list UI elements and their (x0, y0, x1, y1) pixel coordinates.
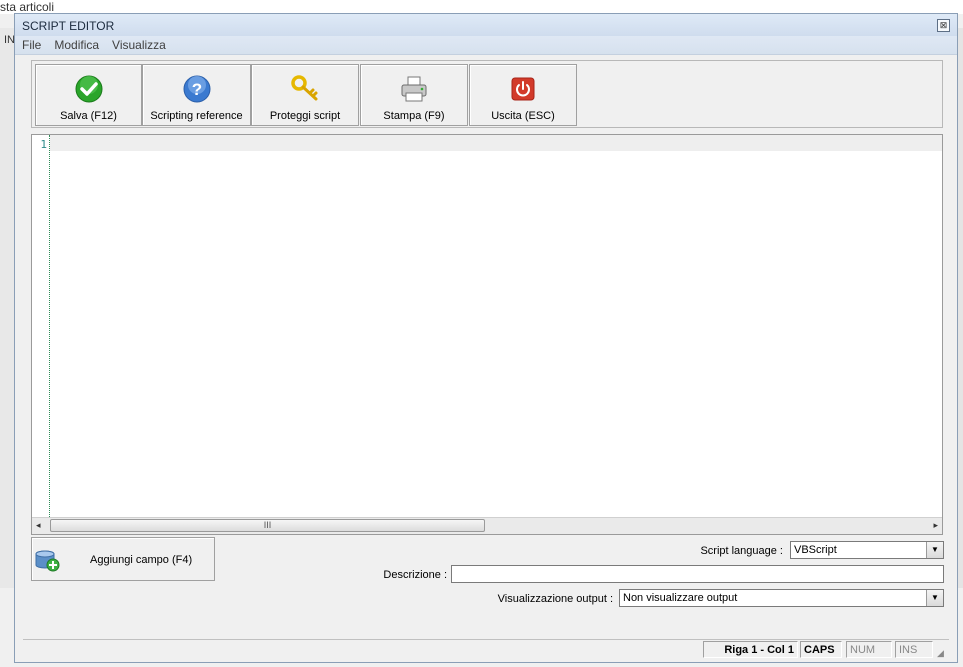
line-number: 1 (40, 138, 47, 151)
protect-script-label: Proteggi script (269, 110, 341, 122)
save-button[interactable]: Salva (F12) (35, 64, 142, 126)
scroll-left-icon[interactable]: ◂ (36, 520, 41, 531)
key-icon (291, 75, 318, 101)
menu-file[interactable]: File (15, 36, 47, 52)
output-value: Non visualizzare output (623, 592, 738, 604)
scroll-thumb[interactable]: III (50, 519, 485, 532)
script-editor-dialog: SCRIPT EDITOR ⊠ File Modifica Visualizza S… (14, 13, 958, 663)
protect-script-button[interactable]: Proteggi script (251, 64, 359, 126)
current-line-highlight (50, 135, 942, 151)
svg-text:?: ? (191, 80, 201, 99)
output-label: Visualizzazione output : (497, 593, 613, 605)
status-bar: Riga 1 - Col 1 CAPS NUM INS ◢ (23, 639, 949, 660)
chevron-down-icon[interactable]: ▼ (926, 542, 943, 558)
add-database-icon (35, 550, 60, 572)
scripting-reference-label: Scripting reference (150, 110, 243, 122)
toolbar: Salva (F12) ? Scripting reference Proteg… (31, 60, 943, 128)
descrizione-input[interactable] (451, 565, 944, 583)
script-language-value: VBScript (794, 544, 837, 556)
resize-grip-icon[interactable]: ◢ (937, 648, 947, 658)
close-button[interactable]: ⊠ (937, 19, 950, 32)
printer-icon (401, 76, 427, 102)
script-language-select[interactable]: VBScript ▼ (790, 541, 944, 559)
save-button-label: Salva (F12) (60, 110, 117, 122)
background-window-title: sta articoli (0, 0, 55, 14)
descrizione-label: Descrizione : (383, 569, 447, 581)
menu-bar: File Modifica Visualizza (15, 36, 957, 55)
power-icon (511, 77, 535, 101)
print-button[interactable]: Stampa (F9) (360, 64, 468, 126)
ins-indicator: INS (895, 641, 933, 658)
title-bar: SCRIPT EDITOR ⊠ (15, 14, 957, 36)
help-icon: ? (183, 75, 210, 103)
script-language-label: Script language : (700, 545, 783, 557)
chevron-down-icon[interactable]: ▼ (926, 590, 943, 606)
menu-visualizza[interactable]: Visualizza (105, 36, 172, 52)
cursor-position: Riga 1 - Col 1 (703, 641, 798, 658)
scripting-reference-button[interactable]: ? Scripting reference (142, 64, 251, 126)
add-field-label: Aggiungi campo (F4) (90, 554, 193, 566)
print-button-label: Stampa (F9) (383, 110, 445, 122)
exit-button-label: Uscita (ESC) (491, 110, 555, 122)
code-editor[interactable]: 1 ◂ III ▸ (31, 134, 943, 535)
add-field-button[interactable]: Aggiungi campo (F4) (31, 537, 215, 581)
menu-modifica[interactable]: Modifica (47, 36, 105, 52)
line-number-gutter: 1 (32, 135, 50, 519)
horizontal-scrollbar[interactable]: ◂ III ▸ (32, 517, 942, 534)
check-icon (75, 75, 102, 103)
scroll-right-icon[interactable]: ▸ (933, 520, 938, 531)
dialog-title: SCRIPT EDITOR (22, 19, 115, 33)
caps-indicator: CAPS (800, 641, 842, 658)
exit-button[interactable]: Uscita (ESC) (469, 64, 577, 126)
num-indicator: NUM (846, 641, 892, 658)
output-select[interactable]: Non visualizzare output ▼ (619, 589, 944, 607)
